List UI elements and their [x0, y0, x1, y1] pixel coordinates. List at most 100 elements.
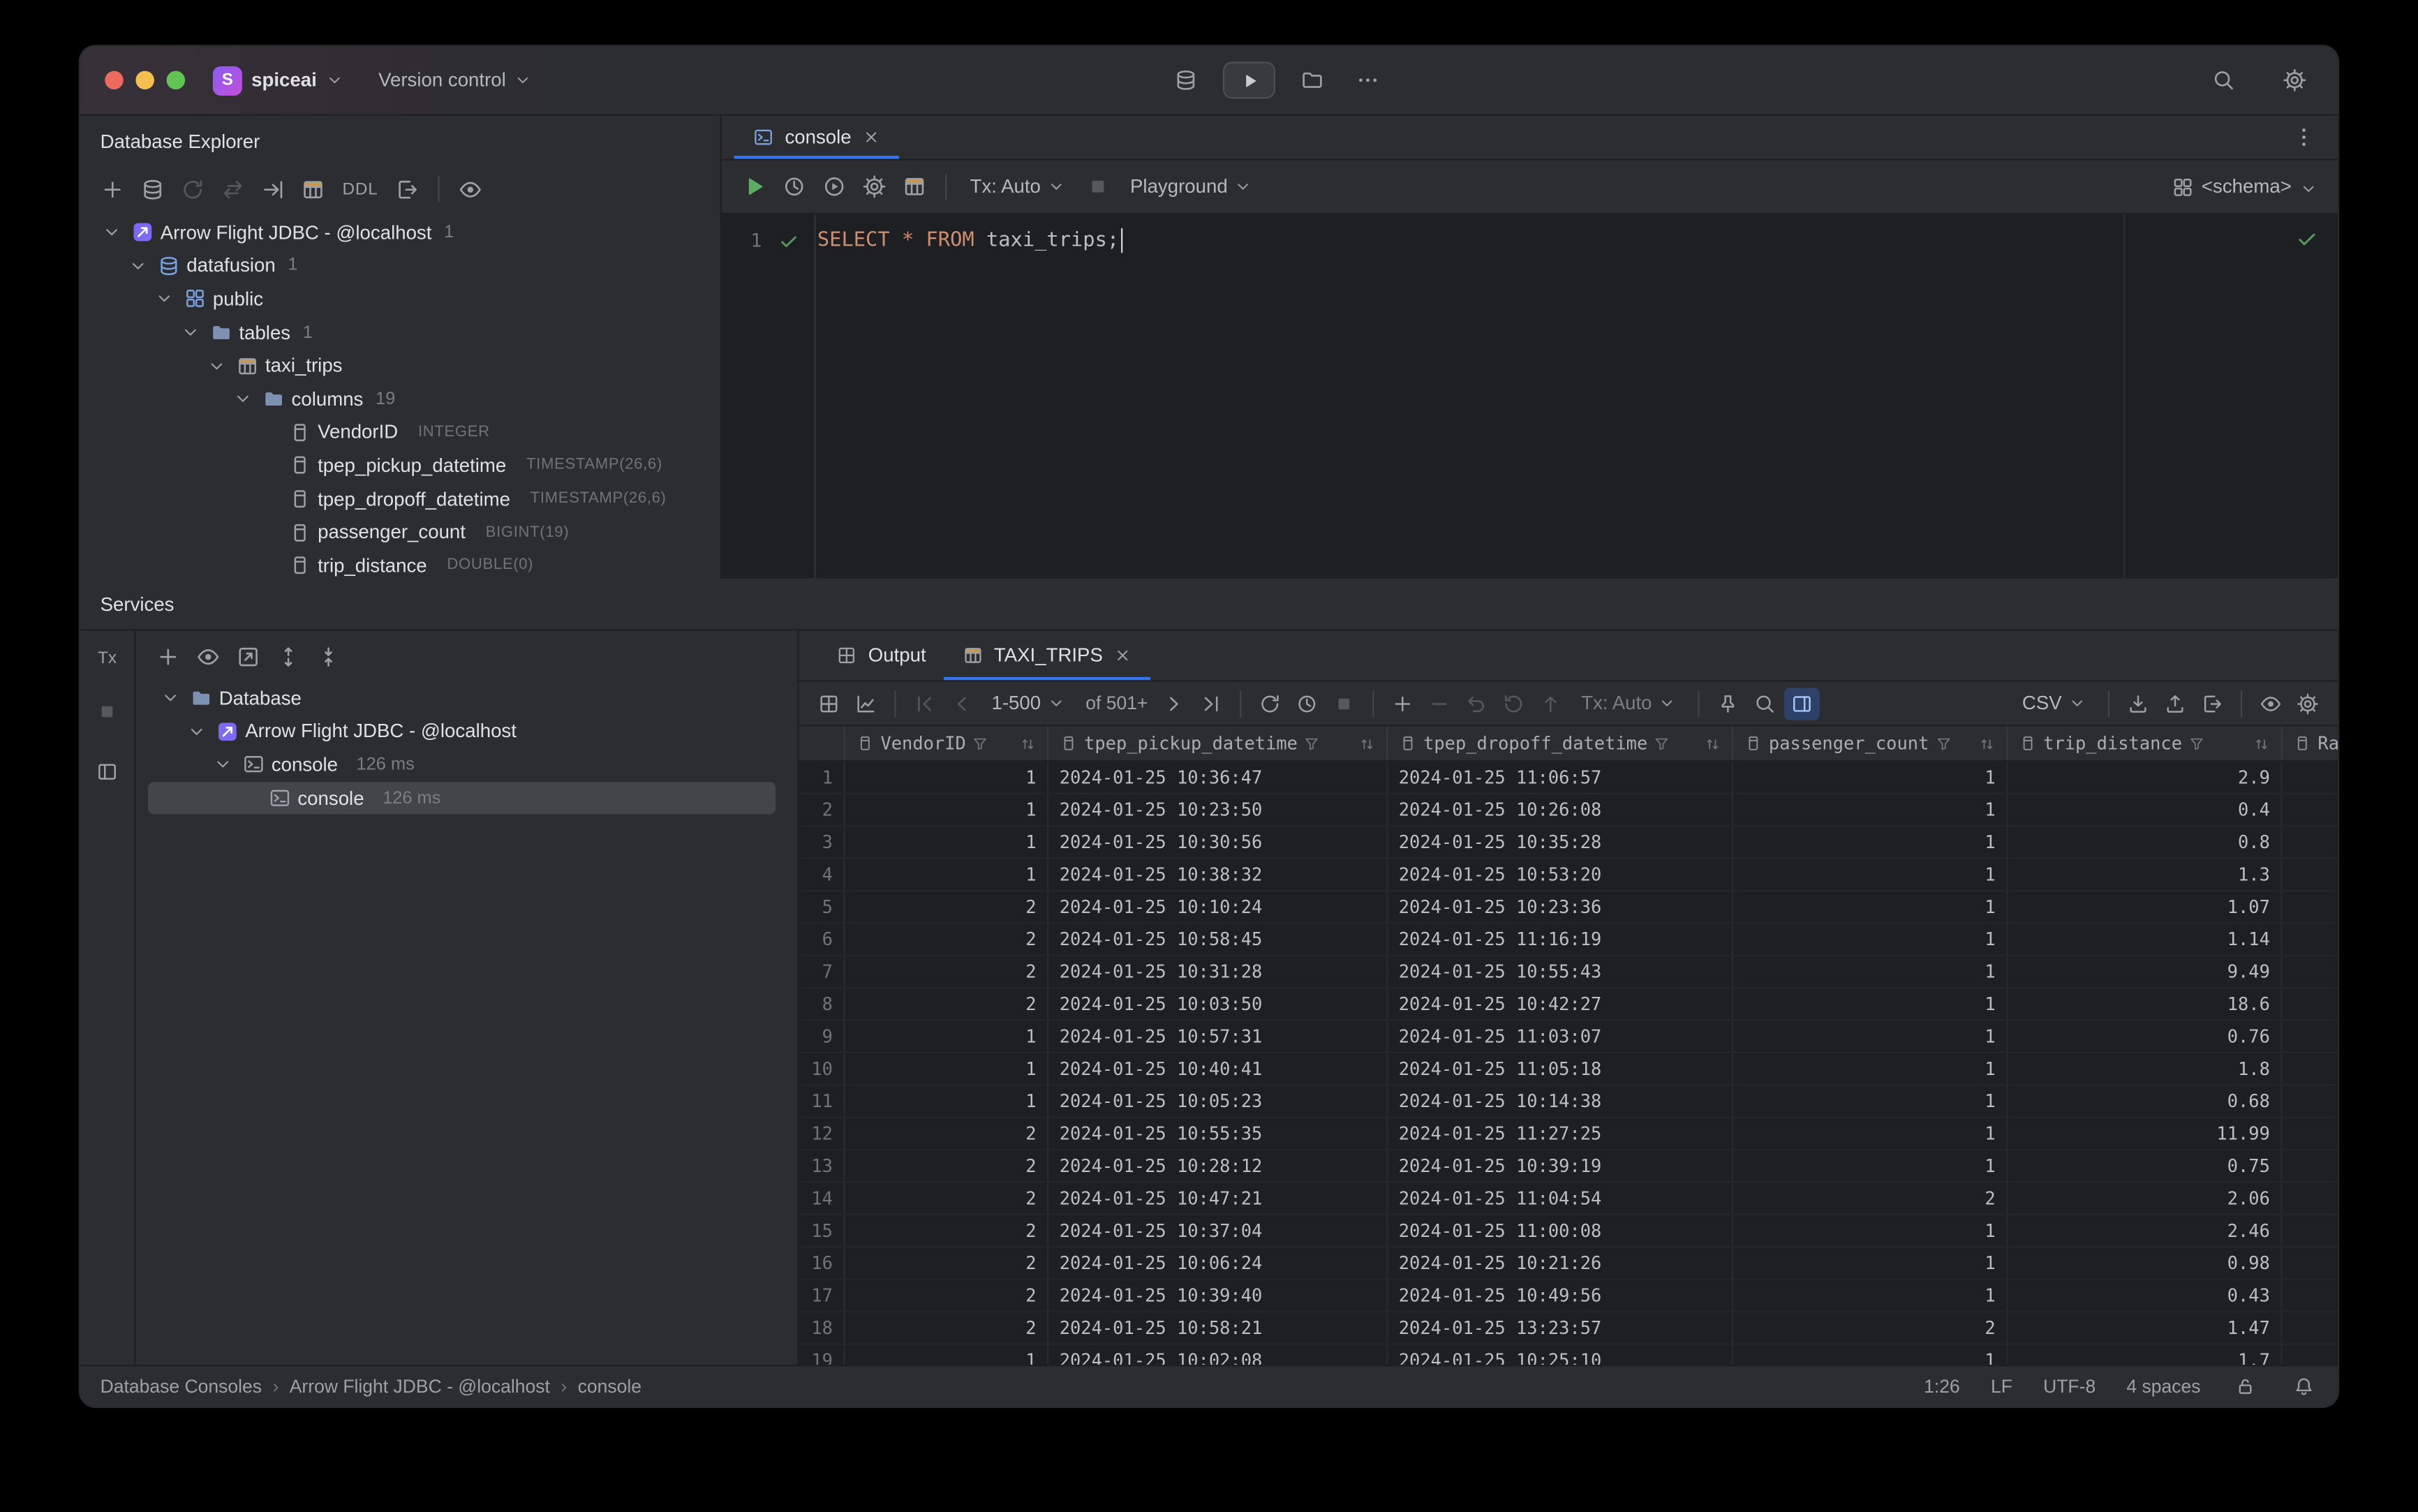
- grid-cell[interactable]: 0.98: [2008, 1247, 2283, 1279]
- row-number[interactable]: 4: [799, 859, 845, 890]
- playground-dropdown[interactable]: Playground: [1120, 169, 1263, 205]
- row-number[interactable]: 19: [799, 1344, 845, 1365]
- grid-cell[interactable]: [2283, 794, 2338, 825]
- browse-tables-button[interactable]: [896, 170, 933, 204]
- tree-item-vendorid[interactable]: VendorID INTEGER: [89, 416, 711, 450]
- execution-time-button[interactable]: [1290, 687, 1326, 719]
- chevron-down-icon[interactable]: [184, 722, 208, 742]
- tab-console[interactable]: console: [734, 116, 900, 159]
- row-number[interactable]: 16: [799, 1247, 845, 1279]
- grid-cell[interactable]: [2283, 762, 2338, 792]
- grid-cell[interactable]: 1.3: [2008, 859, 2283, 890]
- search-everywhere-button[interactable]: [2205, 64, 2242, 98]
- grid-cell[interactable]: 2024-01-25 10:58:21: [1048, 1312, 1388, 1344]
- next-page-button[interactable]: [1157, 687, 1193, 719]
- row-number[interactable]: 14: [799, 1183, 845, 1214]
- chevron-down-icon[interactable]: [177, 323, 202, 343]
- grid-cell[interactable]: 2024-01-25 10:39:40: [1048, 1280, 1388, 1311]
- grid-cell[interactable]: [2283, 924, 2338, 954]
- tree-item-public[interactable]: public: [89, 283, 711, 316]
- grid-cell[interactable]: [2283, 1085, 2338, 1116]
- sql-editor[interactable]: 1 SELECT * FROM taxi_trips;: [722, 214, 2338, 579]
- collapse-all-button[interactable]: [310, 639, 347, 674]
- open-in-button[interactable]: [230, 639, 267, 674]
- sql-statement[interactable]: SELECT * FROM taxi_trips;: [814, 228, 1123, 253]
- ide-settings-button[interactable]: [2276, 64, 2313, 98]
- grid-cell[interactable]: 1.8: [2008, 1053, 2283, 1085]
- row-number[interactable]: 1: [799, 762, 845, 793]
- column-header-passenger-count[interactable]: passenger_count: [1733, 726, 2008, 761]
- indent-setting[interactable]: 4 spaces: [2126, 1376, 2200, 1398]
- grid-cell[interactable]: 1: [1733, 1118, 2008, 1149]
- add-row-button[interactable]: [1386, 687, 1421, 719]
- zoom-window-button[interactable]: [166, 71, 186, 90]
- sort-arrows-icon[interactable]: [1019, 735, 1036, 752]
- grid-cell[interactable]: [2283, 1118, 2338, 1149]
- grid-cell[interactable]: 2: [845, 988, 1049, 1020]
- lock-icon[interactable]: [2232, 1370, 2260, 1404]
- grid-cell[interactable]: [2283, 1183, 2338, 1213]
- grid-cell[interactable]: [2283, 859, 2338, 890]
- grid-cell[interactable]: 2024-01-25 11:04:54: [1388, 1183, 1734, 1214]
- tab-taxi-trips[interactable]: TAXI_TRIPS: [942, 631, 1150, 681]
- chevron-down-icon[interactable]: [151, 289, 175, 309]
- grid-cell[interactable]: 2024-01-25 11:05:18: [1388, 1053, 1734, 1085]
- row-number[interactable]: 5: [799, 891, 845, 923]
- vcs-widget[interactable]: Version control: [378, 69, 532, 91]
- tx-mode-dropdown[interactable]: Tx: Auto: [1571, 685, 1688, 721]
- row-number[interactable]: 6: [799, 924, 845, 955]
- line-separator[interactable]: LF: [1991, 1376, 2012, 1398]
- row-number[interactable]: 2: [799, 794, 845, 825]
- grid-cell[interactable]: 2: [845, 956, 1049, 987]
- sort-arrows-icon[interactable]: [2253, 735, 2270, 752]
- grid-cell[interactable]: 1: [1733, 794, 2008, 825]
- row-number[interactable]: 18: [799, 1312, 845, 1344]
- row-number[interactable]: 11: [799, 1085, 845, 1117]
- filter-funnel-icon[interactable]: [2188, 735, 2205, 752]
- grid-cell[interactable]: 1: [845, 1085, 1049, 1117]
- tree-item-trip-distance[interactable]: trip_distance DOUBLE(0): [89, 549, 711, 578]
- grid-cell[interactable]: [2283, 1312, 2338, 1343]
- row-number[interactable]: 3: [799, 827, 845, 858]
- tree-item-tpep-pickup-datetime[interactable]: tpep_pickup_datetime TIMESTAMP(26,6): [89, 449, 711, 482]
- view-options-button[interactable]: [2253, 687, 2289, 719]
- grid-cell[interactable]: 2: [845, 1312, 1049, 1344]
- breadcrumb-item-console[interactable]: console: [578, 1376, 641, 1398]
- chevron-down-icon[interactable]: [98, 223, 123, 243]
- grid-cell[interactable]: 2024-01-25 10:40:41: [1048, 1053, 1388, 1085]
- close-icon[interactable]: [1112, 644, 1134, 666]
- chevron-down-icon[interactable]: [204, 356, 228, 376]
- stop-button[interactable]: [1079, 170, 1116, 204]
- tx-strip-label[interactable]: Tx: [98, 649, 117, 668]
- tree-item-arrow-flight-jdbc-localhost[interactable]: Arrow Flight JDBC - @localhost 1: [89, 216, 711, 249]
- grid-cell[interactable]: 1: [1733, 1150, 2008, 1182]
- first-page-button[interactable]: [907, 687, 942, 719]
- grid-cell[interactable]: 0.43: [2008, 1280, 2283, 1311]
- revert-changes-button[interactable]: [1460, 687, 1495, 719]
- row-number[interactable]: 8: [799, 988, 845, 1020]
- grid-cell[interactable]: 1: [1733, 1280, 2008, 1311]
- grid-cell[interactable]: [2283, 891, 2338, 922]
- grid-cell[interactable]: 1: [1733, 1247, 2008, 1279]
- execute-button[interactable]: [736, 170, 773, 204]
- console-settings-button[interactable]: [856, 170, 893, 204]
- tree-item-arrow-flight-jdbc-localhost[interactable]: Arrow Flight JDBC - @localhost: [148, 715, 776, 748]
- column-header-trip-distance[interactable]: trip_distance: [2008, 726, 2283, 761]
- grid-cell[interactable]: 1: [1733, 924, 2008, 955]
- tab-output[interactable]: Output: [817, 631, 943, 681]
- grid-cell[interactable]: 1: [1733, 988, 2008, 1020]
- row-number-header[interactable]: [799, 726, 845, 761]
- column-header-tpep-pickup-datetime[interactable]: tpep_pickup_datetime: [1048, 726, 1388, 761]
- more-tool-windows-button[interactable]: [1349, 64, 1386, 98]
- grid-cell[interactable]: 2024-01-25 11:03:07: [1388, 1021, 1734, 1052]
- grid-cell[interactable]: 1: [845, 859, 1049, 890]
- stop-query-button[interactable]: [1327, 687, 1363, 719]
- grid-cell[interactable]: 2024-01-25 10:35:28: [1388, 827, 1734, 858]
- row-number[interactable]: 15: [799, 1215, 845, 1247]
- submit-changes-button[interactable]: [1534, 687, 1569, 719]
- tree-item-passenger-count[interactable]: passenger_count BIGINT(19): [89, 516, 711, 549]
- tree-item-columns[interactable]: columns 19: [89, 383, 711, 416]
- grid-cell[interactable]: 2024-01-25 10:14:38: [1388, 1085, 1734, 1117]
- database-tool-button[interactable]: [1167, 64, 1204, 98]
- chevron-down-icon[interactable]: [125, 255, 149, 276]
